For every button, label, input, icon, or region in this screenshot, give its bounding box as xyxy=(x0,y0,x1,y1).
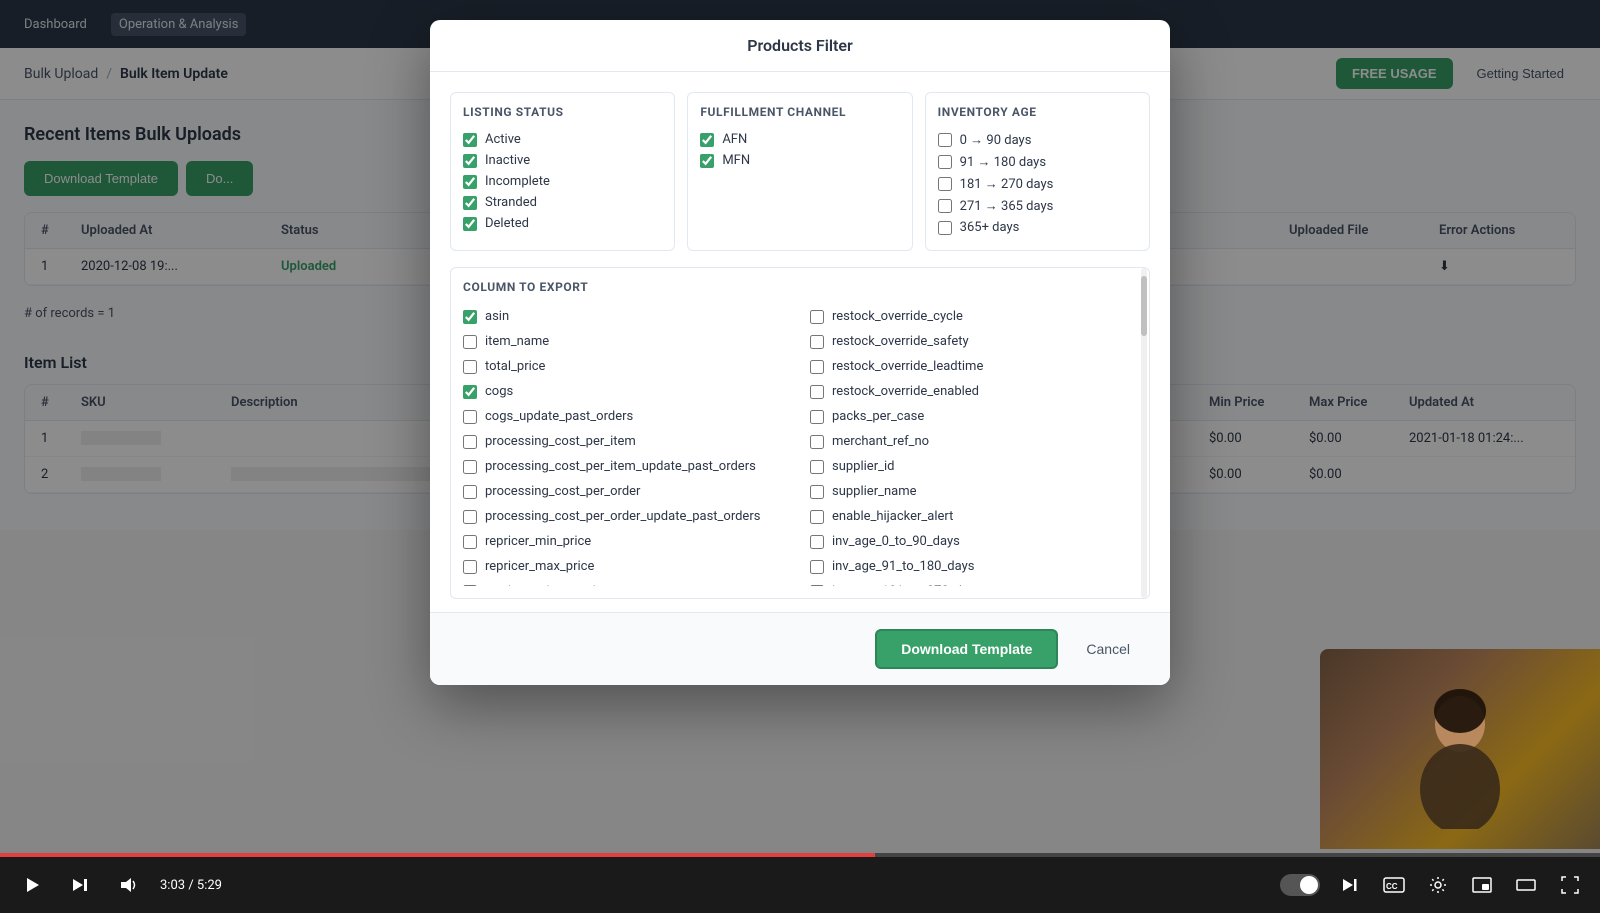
col-repricer-max-price[interactable]: repricer_max_price xyxy=(463,556,790,577)
cc-button[interactable]: CC xyxy=(1380,871,1408,899)
col-restock-override-enabled[interactable]: restock_override_enabled xyxy=(810,381,1137,402)
col-enable-hijacker[interactable]: enable_hijacker_alert xyxy=(810,506,1137,527)
play-icon xyxy=(22,875,42,895)
age-0-90[interactable]: 0 → 90 days xyxy=(938,129,1137,151)
col-processing-cost-order[interactable]: processing_cost_per_order xyxy=(463,481,790,502)
channel-afn[interactable]: AFN xyxy=(700,129,899,150)
age-365-plus[interactable]: 365+ days xyxy=(938,217,1137,238)
play-button[interactable] xyxy=(16,869,48,901)
col-item-name[interactable]: item_name xyxy=(463,331,790,352)
col-processing-cost-item[interactable]: processing_cost_per_item xyxy=(463,431,790,452)
col-total-price[interactable]: total_price xyxy=(463,356,790,377)
progress-bar-fill xyxy=(0,853,875,857)
col-merchant-ref[interactable]: merchant_ref_no xyxy=(810,431,1137,452)
fullscreen-icon xyxy=(1561,876,1579,894)
listing-incomplete[interactable]: Incomplete xyxy=(463,171,662,192)
col-inv-age-0-90[interactable]: inv_age_0_to_90_days xyxy=(810,531,1137,552)
webcam-placeholder xyxy=(1320,649,1600,849)
fulfillment-channel-title: Fulfillment Channel xyxy=(700,105,899,119)
col-processing-cost-order-update[interactable]: processing_cost_per_order_update_past_or… xyxy=(463,506,790,527)
listing-stranded[interactable]: Stranded xyxy=(463,192,662,213)
modal-header: Products Filter xyxy=(430,20,1170,72)
col-cogs-update[interactable]: cogs_update_past_orders xyxy=(463,406,790,427)
play-next-button[interactable] xyxy=(1336,871,1364,899)
age-91-180[interactable]: 91 → 180 days xyxy=(938,151,1137,173)
col-restock-override-safety[interactable]: restock_override_safety xyxy=(810,331,1137,352)
webcam-overlay xyxy=(1320,649,1600,849)
modal-footer: Download Template Cancel xyxy=(430,612,1170,685)
listing-deleted[interactable]: Deleted xyxy=(463,213,662,234)
col-supplier-id[interactable]: supplier_id xyxy=(810,456,1137,477)
person-silhouette xyxy=(1400,669,1520,829)
col-supplier-name[interactable]: supplier_name xyxy=(810,481,1137,502)
products-filter-modal: Products Filter Listing Status Active In… xyxy=(430,20,1170,685)
theater-icon xyxy=(1516,877,1536,893)
total-time: 5:29 xyxy=(197,878,222,893)
miniplayer-icon xyxy=(1472,877,1492,893)
modal-cancel-button[interactable]: Cancel xyxy=(1070,629,1146,669)
column-export-title: Column to export xyxy=(463,280,1137,294)
current-time: 3:03 xyxy=(160,878,185,893)
modal-body: Listing Status Active Inactive Incomplet… xyxy=(430,72,1170,612)
listing-inactive[interactable]: Inactive xyxy=(463,150,662,171)
col-inv-age-91-180[interactable]: inv_age_91_to_180_days xyxy=(810,556,1137,577)
col-packs-per-case[interactable]: packs_per_case xyxy=(810,406,1137,427)
age-271-365[interactable]: 271 → 365 days xyxy=(938,195,1137,217)
col-inv-age-181-270[interactable]: inv_age_181_to_270_days xyxy=(810,581,1137,586)
col-restock-override-cycle[interactable]: restock_override_cycle xyxy=(810,306,1137,327)
filter-sections: Listing Status Active Inactive Incomplet… xyxy=(450,92,1150,251)
time-display: 3:03 / 5:29 xyxy=(160,878,222,893)
modal-title: Products Filter xyxy=(747,36,853,55)
age-181-270[interactable]: 181 → 270 days xyxy=(938,173,1137,195)
controls-row: 3:03 / 5:29 CC xyxy=(0,857,1600,913)
inventory-age-title: Inventory Age xyxy=(938,105,1137,119)
theater-button[interactable] xyxy=(1512,871,1540,899)
svg-text:CC: CC xyxy=(1386,882,1398,891)
video-controls: 3:03 / 5:29 CC xyxy=(0,853,1600,913)
play-next-icon xyxy=(1341,876,1359,894)
col-repricer-min-price[interactable]: repricer_min_price xyxy=(463,531,790,552)
video-container: Dashboard Operation & Analysis Bulk Uplo… xyxy=(0,0,1600,913)
col-cogs[interactable]: cogs xyxy=(463,381,790,402)
col-restock-override-leadtime[interactable]: restock_override_leadtime xyxy=(810,356,1137,377)
progress-bar[interactable] xyxy=(0,853,1600,857)
inventory-age-section: Inventory Age 0 → 90 days 91 → 180 days … xyxy=(925,92,1150,251)
settings-button[interactable] xyxy=(1424,871,1452,899)
cc-icon: CC xyxy=(1383,877,1405,893)
time-separator: / xyxy=(188,878,197,893)
autoplay-toggle[interactable] xyxy=(1280,874,1320,896)
listing-status-section: Listing Status Active Inactive Incomplet… xyxy=(450,92,675,251)
skip-icon xyxy=(70,875,90,895)
columns-grid: asin restock_override_cycle item_name re… xyxy=(463,306,1137,586)
col-repricer-min-margin[interactable]: repricer_min_margin xyxy=(463,581,790,586)
listing-active[interactable]: Active xyxy=(463,129,662,150)
col-asin[interactable]: asin xyxy=(463,306,790,327)
skip-button[interactable] xyxy=(64,869,96,901)
modal-download-button[interactable]: Download Template xyxy=(875,629,1058,669)
listing-status-title: Listing Status xyxy=(463,105,662,119)
fullscreen-button[interactable] xyxy=(1556,871,1584,899)
scrollbar-track[interactable] xyxy=(1141,268,1147,598)
miniplayer-button[interactable] xyxy=(1468,871,1496,899)
column-export-section: Column to export asin restock_override_c… xyxy=(450,267,1150,599)
gear-icon xyxy=(1429,876,1447,894)
col-processing-cost-item-update[interactable]: processing_cost_per_item_update_past_ord… xyxy=(463,456,790,477)
volume-button[interactable] xyxy=(112,869,144,901)
fulfillment-channel-section: Fulfillment Channel AFN MFN xyxy=(687,92,912,251)
channel-mfn[interactable]: MFN xyxy=(700,150,899,171)
volume-icon xyxy=(118,875,138,895)
scrollbar-thumb[interactable] xyxy=(1141,276,1147,336)
